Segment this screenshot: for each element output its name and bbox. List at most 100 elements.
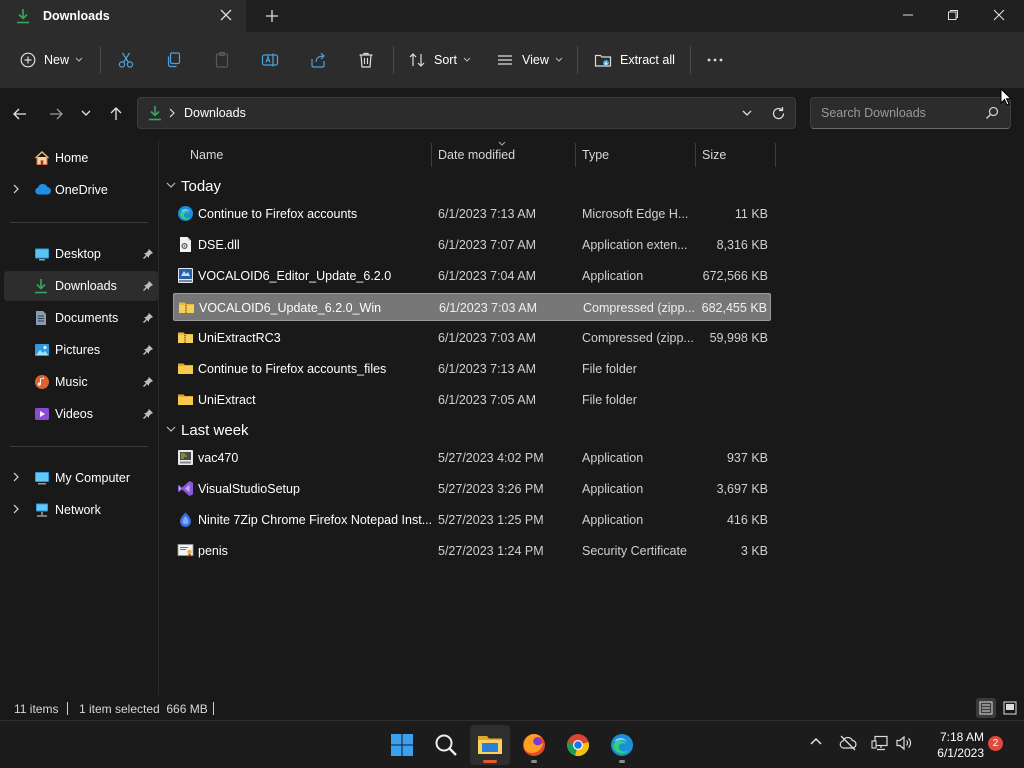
column-divider[interactable] [695, 143, 696, 167]
search-input[interactable] [819, 105, 983, 121]
delete-button[interactable] [357, 44, 375, 76]
tiles-view-button[interactable] [1000, 698, 1020, 718]
new-tab-icon[interactable] [264, 8, 280, 24]
file-row-selected[interactable]: VOCALOID6_Update_6.2.0_Win 6/1/2023 7:03… [173, 293, 771, 321]
computer-icon [34, 470, 50, 486]
rename-button[interactable] [261, 44, 279, 76]
file-size: 682,455 KB [701, 301, 767, 315]
expand-chevron-icon[interactable] [12, 504, 20, 514]
close-button[interactable] [976, 0, 1022, 30]
minimize-button[interactable] [885, 0, 931, 30]
sidebar-item-my-computer[interactable]: My Computer [4, 463, 158, 493]
file-row[interactable]: UniExtractRC3 6/1/2023 7:03 AM Compresse… [173, 324, 771, 352]
view-button[interactable]: View [496, 44, 563, 76]
pin-icon[interactable] [142, 312, 154, 324]
column-divider[interactable] [575, 143, 576, 167]
address-dropdown-chevron-icon[interactable] [741, 109, 753, 119]
file-row[interactable]: Ninite 7Zip Chrome Firefox Notepad Inst.… [173, 506, 771, 534]
file-row[interactable]: vac470 5/27/2023 4:02 PM Application 937… [173, 444, 771, 472]
file-row[interactable]: DSE.dll 6/1/2023 7:07 AM Application ext… [173, 231, 771, 259]
copy-button[interactable] [165, 44, 183, 76]
file-name: VOCALOID6_Editor_Update_6.2.0 [198, 269, 392, 283]
expand-chevron-icon[interactable] [12, 184, 20, 194]
collapse-chevron-icon[interactable] [165, 425, 177, 435]
search-icon[interactable] [985, 106, 999, 120]
search-box[interactable] [810, 97, 1011, 129]
network-status-icon[interactable] [871, 735, 889, 751]
breadcrumb-downloads[interactable]: Downloads [184, 106, 246, 120]
column-header-type[interactable]: Type [582, 148, 609, 162]
new-button[interactable]: New [20, 44, 83, 76]
file-row[interactable]: Continue to Firefox accounts 6/1/2023 7:… [173, 200, 771, 228]
column-header-size[interactable]: Size [702, 148, 726, 162]
notification-badge[interactable]: 2 [988, 736, 1003, 751]
pin-icon[interactable] [142, 376, 154, 388]
edge-taskbar-button[interactable] [602, 725, 642, 765]
group-header-today[interactable]: Today [165, 174, 221, 198]
sidebar-item-music[interactable]: Music [4, 367, 158, 397]
scissors-icon [117, 51, 135, 69]
file-row[interactable]: Continue to Firefox accounts_files 6/1/2… [173, 355, 771, 383]
extract-all-button[interactable]: Extract all [594, 44, 675, 76]
file-row[interactable]: VisualStudioSetup 5/27/2023 3:26 PM Appl… [173, 475, 771, 503]
collapse-chevron-icon[interactable] [165, 181, 177, 191]
recent-locations-chevron-icon[interactable] [80, 109, 92, 119]
sidebar-item-desktop[interactable]: Desktop [4, 239, 158, 269]
up-arrow-icon[interactable] [108, 106, 124, 122]
address-row: Downloads [0, 88, 1024, 140]
file-type: Application [582, 451, 644, 465]
tab-close-icon[interactable] [219, 8, 233, 22]
file-size: 11 KB [734, 207, 768, 221]
sidebar-item-home[interactable]: Home [4, 143, 158, 173]
volume-icon[interactable] [895, 735, 913, 751]
file-row[interactable]: UniExtract 6/1/2023 7:05 AM File folder [173, 386, 771, 414]
sort-button[interactable]: Sort [408, 44, 471, 76]
column-header-name[interactable]: Name [190, 148, 223, 162]
pane-divider[interactable] [158, 140, 159, 695]
sidebar-item-documents[interactable]: Documents [4, 303, 158, 333]
maximize-button[interactable] [930, 0, 976, 30]
share-button[interactable] [309, 44, 327, 76]
group-header-last-week[interactable]: Last week [165, 418, 249, 442]
column-header-date[interactable]: Date modified [438, 148, 515, 162]
breadcrumb-chevron-icon[interactable] [168, 108, 176, 118]
address-bar[interactable]: Downloads [137, 97, 796, 129]
forward-arrow-icon[interactable] [48, 106, 64, 122]
details-view-button[interactable] [976, 698, 996, 718]
sidebar-item-onedrive[interactable]: OneDrive [4, 175, 158, 205]
pin-icon[interactable] [142, 344, 154, 356]
system-clock[interactable]: 7:18 AM 6/1/2023 [920, 729, 984, 761]
pin-icon[interactable] [142, 408, 154, 420]
sidebar-label: Desktop [55, 247, 101, 261]
file-date: 5/27/2023 1:25 PM [438, 513, 544, 527]
plus-circle-icon [20, 52, 36, 68]
window-tab[interactable]: Downloads [0, 0, 246, 32]
sidebar-item-pictures[interactable]: Pictures [4, 335, 158, 365]
onedrive-offline-icon[interactable] [839, 735, 857, 751]
column-divider[interactable] [775, 143, 776, 167]
file-row[interactable]: penis 5/27/2023 1:24 PM Security Certifi… [173, 537, 771, 565]
file-type: Application [582, 482, 644, 496]
paste-button[interactable] [213, 44, 231, 76]
sidebar-item-videos[interactable]: Videos [4, 399, 158, 429]
file-type: Compressed (zipp... [583, 301, 695, 315]
firefox-taskbar-button[interactable] [514, 725, 554, 765]
tray-overflow-chevron-icon[interactable] [809, 735, 823, 749]
column-divider[interactable] [431, 143, 432, 167]
expand-chevron-icon[interactable] [12, 472, 20, 482]
back-arrow-icon[interactable] [12, 106, 28, 122]
file-date: 5/27/2023 1:24 PM [438, 544, 544, 558]
search-taskbar-button[interactable] [426, 725, 466, 765]
chrome-taskbar-button[interactable] [558, 725, 598, 765]
pin-icon[interactable] [142, 280, 154, 292]
cut-button[interactable] [117, 44, 135, 76]
more-options-button[interactable] [706, 44, 724, 76]
pin-icon[interactable] [142, 248, 154, 260]
status-divider [67, 702, 68, 715]
sidebar-item-network[interactable]: Network [4, 495, 158, 525]
refresh-icon[interactable] [771, 106, 786, 121]
start-button[interactable] [382, 725, 422, 765]
file-row[interactable]: VOCALOID6_Editor_Update_6.2.0 6/1/2023 7… [173, 262, 771, 290]
sidebar-item-downloads[interactable]: Downloads [4, 271, 158, 301]
file-explorer-taskbar-button[interactable] [470, 725, 510, 765]
